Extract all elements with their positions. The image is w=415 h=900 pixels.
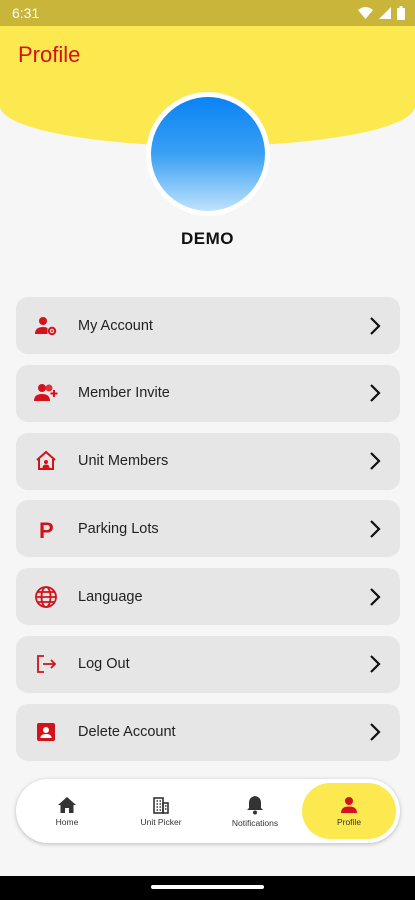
- chevron-right-icon: [366, 382, 384, 404]
- nav-label-unit-picker: Unit Picker: [140, 816, 182, 827]
- home-users-icon: [32, 447, 60, 475]
- profile-menu: My Account Member Invite Unit Members P …: [16, 297, 400, 772]
- menu-item-my-account[interactable]: My Account: [16, 297, 400, 354]
- menu-item-label: Log Out: [78, 656, 130, 673]
- chevron-right-icon: [366, 518, 384, 540]
- menu-item-label: Member Invite: [78, 385, 170, 402]
- menu-item-label: Unit Members: [78, 453, 169, 470]
- menu-item-member-invite[interactable]: Member Invite: [16, 364, 400, 422]
- battery-icon: [397, 6, 405, 20]
- user-name: DEMO: [181, 229, 234, 248]
- menu-item-label: Language: [78, 588, 143, 605]
- avatar-image: [151, 97, 265, 211]
- chevron-right-icon: [366, 586, 384, 608]
- nav-label-profile: Profile: [336, 816, 362, 827]
- nav-item-home[interactable]: Home: [20, 783, 114, 839]
- home-icon: [58, 796, 76, 813]
- svg-text:P: P: [39, 518, 54, 541]
- user-add-icon: [32, 379, 60, 407]
- menu-item-parking-lots[interactable]: P Parking Lots: [16, 500, 400, 558]
- logout-icon: [32, 650, 60, 678]
- gesture-area: [0, 876, 415, 900]
- nav-item-notifications[interactable]: Notifications: [208, 783, 302, 839]
- menu-item-label: Parking Lots: [78, 520, 159, 537]
- menu-item-label: Delete Account: [78, 724, 176, 741]
- nav-item-unit-picker[interactable]: Unit Picker: [114, 783, 208, 839]
- globe-icon: [32, 583, 60, 611]
- menu-item-language[interactable]: Language: [16, 568, 400, 626]
- page-title: Profile: [18, 42, 81, 67]
- chevron-right-icon: [366, 653, 384, 675]
- chevron-right-icon: [366, 315, 384, 337]
- signal-icon: [379, 7, 391, 19]
- person-icon: [341, 796, 357, 813]
- status-bar: 6:31: [0, 0, 415, 26]
- chevron-right-icon: [366, 721, 384, 743]
- status-icons: [358, 6, 405, 20]
- nav-label-notifications: Notifications: [231, 817, 279, 828]
- status-time: 6:31: [12, 5, 40, 21]
- account-box-icon: [32, 718, 60, 746]
- bottom-nav: Home Unit Picker Notifications Profile: [16, 779, 400, 843]
- menu-item-delete-account[interactable]: Delete Account: [16, 703, 400, 761]
- chevron-right-icon: [366, 450, 384, 472]
- gesture-handle[interactable]: [151, 885, 264, 889]
- avatar[interactable]: [146, 92, 270, 216]
- nav-label-home: Home: [55, 816, 79, 827]
- building-icon: [153, 796, 169, 814]
- wifi-icon: [358, 7, 373, 19]
- user-gear-icon: [32, 312, 60, 340]
- menu-item-log-out[interactable]: Log Out: [16, 635, 400, 693]
- menu-item-unit-members[interactable]: Unit Members: [16, 432, 400, 490]
- nav-item-profile[interactable]: Profile: [302, 783, 396, 839]
- bell-icon: [247, 795, 263, 814]
- parking-icon: P: [32, 515, 60, 543]
- menu-item-label: My Account: [78, 317, 153, 334]
